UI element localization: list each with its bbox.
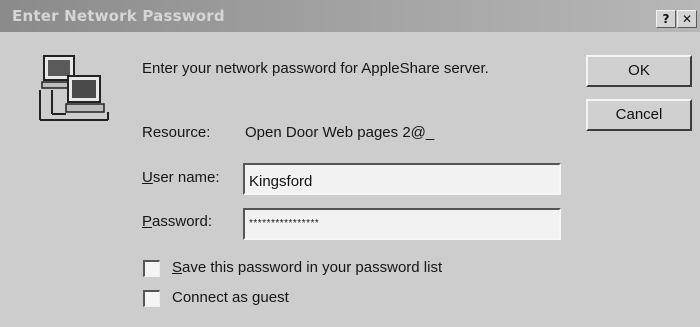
- password-label-text: assword:: [152, 213, 213, 230]
- username-label: User name:: [142, 169, 220, 186]
- save-password-text: ave this password in your password list: [182, 259, 443, 276]
- connect-as-guest-checkbox[interactable]: [143, 290, 160, 307]
- dialog-prompt: Enter your network password for AppleSha…: [142, 60, 489, 77]
- dialog-title: Enter Network Password: [12, 7, 225, 25]
- guest-label-end: uest: [260, 289, 289, 306]
- network-password-dialog: Enter Network Password ? ✕ Enter your ne…: [0, 0, 700, 327]
- close-button[interactable]: ✕: [677, 10, 697, 28]
- resource-label: Resource:: [142, 124, 211, 141]
- save-password-label[interactable]: Save this password in your password list: [172, 259, 442, 276]
- password-label-accesskey: P: [142, 213, 153, 230]
- username-label-accesskey: U: [142, 169, 153, 186]
- save-password-accesskey: S: [172, 259, 183, 276]
- cancel-button[interactable]: Cancel: [586, 99, 692, 131]
- username-input[interactable]: [243, 163, 561, 195]
- username-label-text: ser name:: [152, 169, 220, 186]
- network-computers-icon: [39, 55, 109, 121]
- help-button[interactable]: ?: [656, 10, 676, 28]
- password-label: Password:: [142, 213, 212, 230]
- title-bar[interactable]: Enter Network Password ? ✕: [0, 0, 700, 32]
- save-password-checkbox[interactable]: [143, 260, 160, 277]
- ok-button[interactable]: OK: [586, 55, 692, 87]
- guest-label-start: Connect as: [172, 289, 253, 306]
- resource-value: Open Door Web pages 2@_: [245, 124, 435, 141]
- connect-as-guest-label[interactable]: Connect as guest: [172, 289, 289, 306]
- password-input[interactable]: ****************: [243, 208, 561, 240]
